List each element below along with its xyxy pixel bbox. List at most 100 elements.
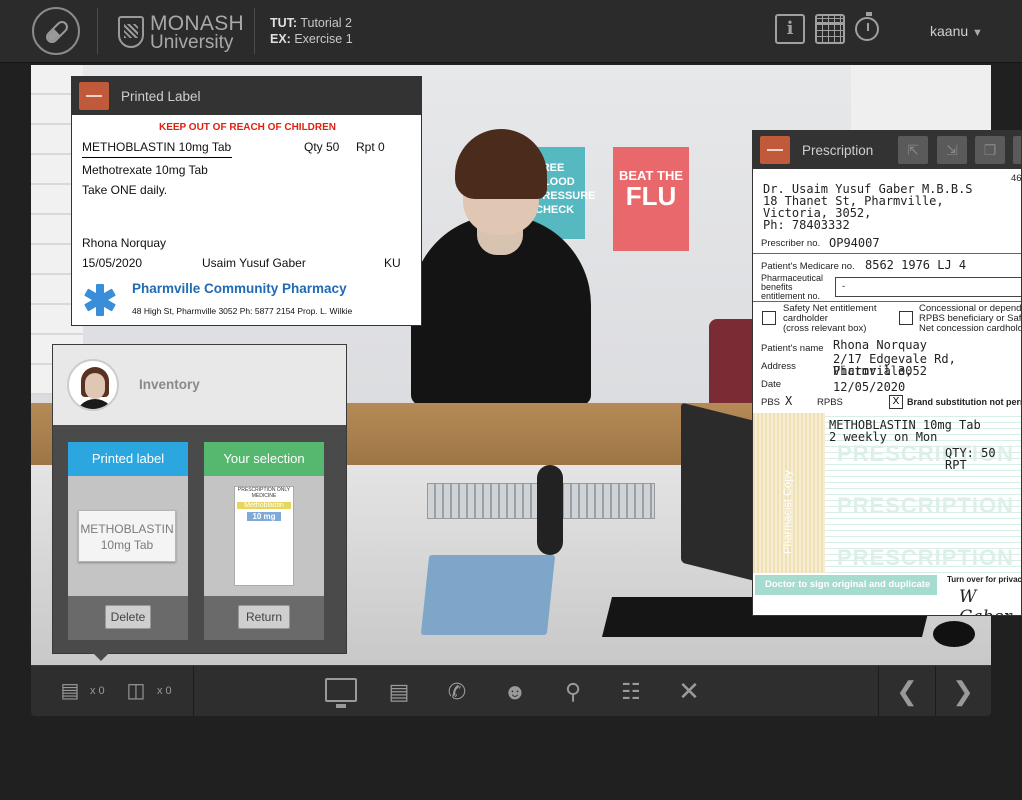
collapse-icon[interactable]: ⇱ [898, 136, 928, 164]
safety-net-label: Safety Net entitlement cardholder (cross… [783, 304, 876, 334]
window-title: Printed Label [121, 88, 201, 104]
close-icon[interactable]: ✕ [671, 666, 707, 717]
doctor-line-4: Ph: 78403332 [763, 218, 850, 232]
phone-chat-icon[interactable]: ✆ [439, 666, 475, 717]
tut-value: Tutorial 2 [300, 16, 352, 30]
prescription-window: Prescription ⇱ ⇲ ❐ 46 Dr. Usaim Yusuf Ga… [752, 130, 1022, 616]
window-title: Prescription [802, 142, 874, 158]
patient-name-label: Patient's name [761, 343, 824, 354]
star-of-life-icon [84, 284, 116, 316]
documents-icon[interactable]: ▤ [381, 666, 417, 717]
pharmacy-address: 48 High St, Pharmville 3052 Ph: 5877 215… [132, 306, 353, 316]
user-menu[interactable]: kaanu ▼ [930, 23, 983, 39]
dropdown-arrow-icon: ▼ [972, 27, 983, 39]
medicine-box[interactable]: PRESCRIPTION ONLY MEDICINE Methoblastin … [234, 486, 294, 586]
label-patient: Rhona Norquay [82, 236, 167, 250]
return-button[interactable]: Return [238, 605, 290, 629]
label-count: x 0 [90, 685, 105, 697]
bottle-count: x 0 [157, 685, 172, 697]
previous-arrow-icon[interactable]: ❮ [879, 666, 935, 717]
pbs-mark: X [785, 394, 793, 408]
shelf [851, 65, 991, 135]
inventory-panel: Inventory Printed label METHOBLASTIN 10m… [52, 344, 347, 654]
brand-sub-label: Brand substitution not perr [907, 397, 1022, 407]
barcode-scanner[interactable] [537, 465, 563, 555]
clipboard-icon[interactable]: ☷ [613, 666, 649, 717]
medicare-label: Patient's Medicare no. [761, 261, 855, 272]
address-label: Address [761, 361, 796, 372]
toolbar-divider [193, 666, 194, 717]
address-line-2: Victoria 3052 [833, 364, 927, 378]
pill-logo-icon[interactable] [32, 7, 80, 55]
watermark: PRESCRIPTION [837, 545, 1015, 570]
prescription-item-area: PRESCRIPTION PRESCRIPTION PRESCRIPTION M… [825, 413, 1021, 573]
avatar [67, 359, 119, 411]
column-header: Printed label [68, 442, 188, 476]
tut-label: TUT: [270, 16, 298, 30]
item-line-2: 2 weekly on Mon [829, 430, 938, 444]
watermark: PRESCRIPTION [837, 493, 1015, 518]
medicare-no: 8562 1976 LJ 4 [865, 258, 967, 272]
pharmacy-name: Pharmville Community Pharmacy [132, 281, 347, 296]
next-arrow-icon[interactable]: ❯ [935, 666, 991, 717]
label-drug: METHOBLASTIN 10mg Tab [82, 140, 232, 154]
label-card[interactable]: METHOBLASTIN 10mg Tab [78, 510, 176, 562]
bottom-toolbar: ▤ x 0 ◫ x 0 ▤ ✆ ☻ ⚲ ☷ ✕ ❮ ❯ [31, 665, 991, 717]
inventory-pointer [92, 652, 110, 661]
doctor-signature: W Gaber [959, 587, 1012, 615]
item-qty: QTY: 50 RPT [945, 446, 996, 472]
ex-value: Exercise 1 [294, 32, 353, 46]
tutorial-info: TUT: Tutorial 2 EX: Exercise 1 [270, 15, 353, 47]
delete-button[interactable]: Delete [105, 605, 151, 629]
inventory-header: Inventory [53, 345, 346, 425]
university-subname: University [150, 32, 234, 53]
search-document-icon[interactable]: ⚲ [555, 666, 591, 717]
label-initials: KU [384, 256, 401, 270]
dispensing-basket[interactable] [420, 555, 556, 635]
rx-number: 46 [1011, 173, 1022, 184]
stamp-text: Pharmacist Copy [782, 470, 794, 554]
info-icon[interactable]: i [775, 14, 805, 44]
patient-icon[interactable]: ☻ [497, 666, 533, 717]
safety-net-checkbox[interactable] [762, 311, 776, 325]
box-strength: 10 mg [247, 512, 281, 521]
monitor-icon[interactable] [325, 678, 357, 708]
label-qty: Qty 50 [304, 140, 340, 154]
minimize-button[interactable] [760, 136, 790, 164]
pbe-value: - [842, 281, 846, 292]
minimize-button[interactable] [79, 82, 109, 110]
concessional-checkbox[interactable] [899, 311, 913, 325]
label-prescriber: Usaim Yusuf Gaber [202, 256, 306, 270]
concessional-line3: Net concession cardhold [919, 323, 1022, 334]
label-card-line1: METHOBLASTIN [80, 522, 174, 536]
monash-crest-icon [118, 16, 144, 48]
date-label: Date [761, 379, 782, 390]
label-warning: KEEP OUT OF REACH OF CHILDREN [158, 122, 337, 133]
brand-sub-checkbox[interactable]: X [889, 395, 903, 409]
expand-icon[interactable]: ⇲ [937, 136, 967, 164]
prescriber-no: OP94007 [829, 236, 880, 250]
label-stack-icon[interactable]: ▤ [55, 666, 85, 717]
pharmacist-copy-stamp: Pharmacist Copy [753, 413, 825, 573]
username: kaanu [930, 23, 969, 39]
mouse[interactable] [933, 621, 975, 647]
box-header: PRESCRIPTION ONLY MEDICINE [237, 487, 291, 499]
pbe-label: Pharmaceutical benefits entitlement no. [761, 274, 823, 301]
flu-poster-line2: FLU [625, 181, 677, 211]
column-header: Your selection [204, 442, 324, 476]
header-divider [254, 8, 255, 54]
rpbs-label: RPBS [817, 397, 843, 408]
page-icon[interactable] [1013, 136, 1021, 164]
printed-label-window: Printed Label KEEP OUT OF REACH OF CHILD… [71, 76, 422, 326]
patient-hair [455, 129, 547, 199]
stopwatch-icon[interactable] [855, 12, 879, 41]
bottle-icon[interactable]: ◫ [119, 666, 153, 717]
top-bar: MONASH University TUT: Tutorial 2 EX: Ex… [0, 0, 1022, 63]
column-body: PRESCRIPTION ONLY MEDICINE Methoblastin … [204, 476, 324, 596]
box-name: Methoblastin [237, 502, 291, 509]
calendar-icon[interactable] [815, 14, 845, 44]
copy-icon[interactable]: ❐ [975, 136, 1005, 164]
label-generic: Methotrexate 10mg Tab [82, 163, 208, 177]
inventory-title: Inventory [139, 377, 200, 392]
label-directions: Take ONE daily. [82, 183, 168, 197]
